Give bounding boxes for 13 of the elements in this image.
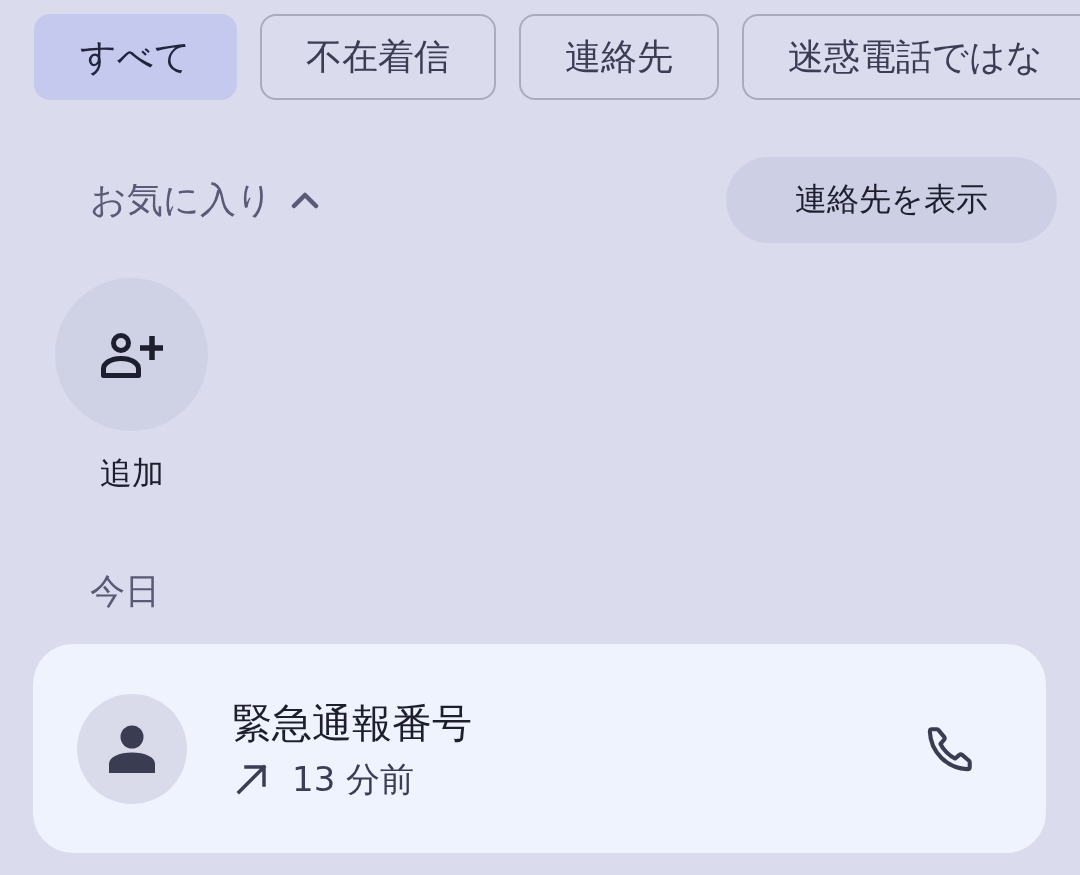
person-icon <box>109 724 155 773</box>
person-add-icon <box>100 331 163 378</box>
filter-chip[interactable]: すべて <box>34 14 237 100</box>
filter-chip[interactable]: 迷惑電話ではな <box>742 14 1080 100</box>
call-log-item[interactable]: 緊急通報番号 13 分前 <box>33 644 1046 853</box>
favorites-toggle[interactable]: お気に入り <box>90 175 319 225</box>
call-time: 13 分前 <box>292 757 415 800</box>
section-title: 今日 <box>90 570 160 613</box>
caller-name: 緊急通報番号 <box>232 698 472 748</box>
filter-chip[interactable]: 連絡先 <box>519 14 719 100</box>
show-contacts-button[interactable]: 連絡先を表示 <box>726 157 1057 243</box>
add-label: 追加 <box>99 453 164 493</box>
filter-chip[interactable]: 不在着信 <box>260 14 496 100</box>
